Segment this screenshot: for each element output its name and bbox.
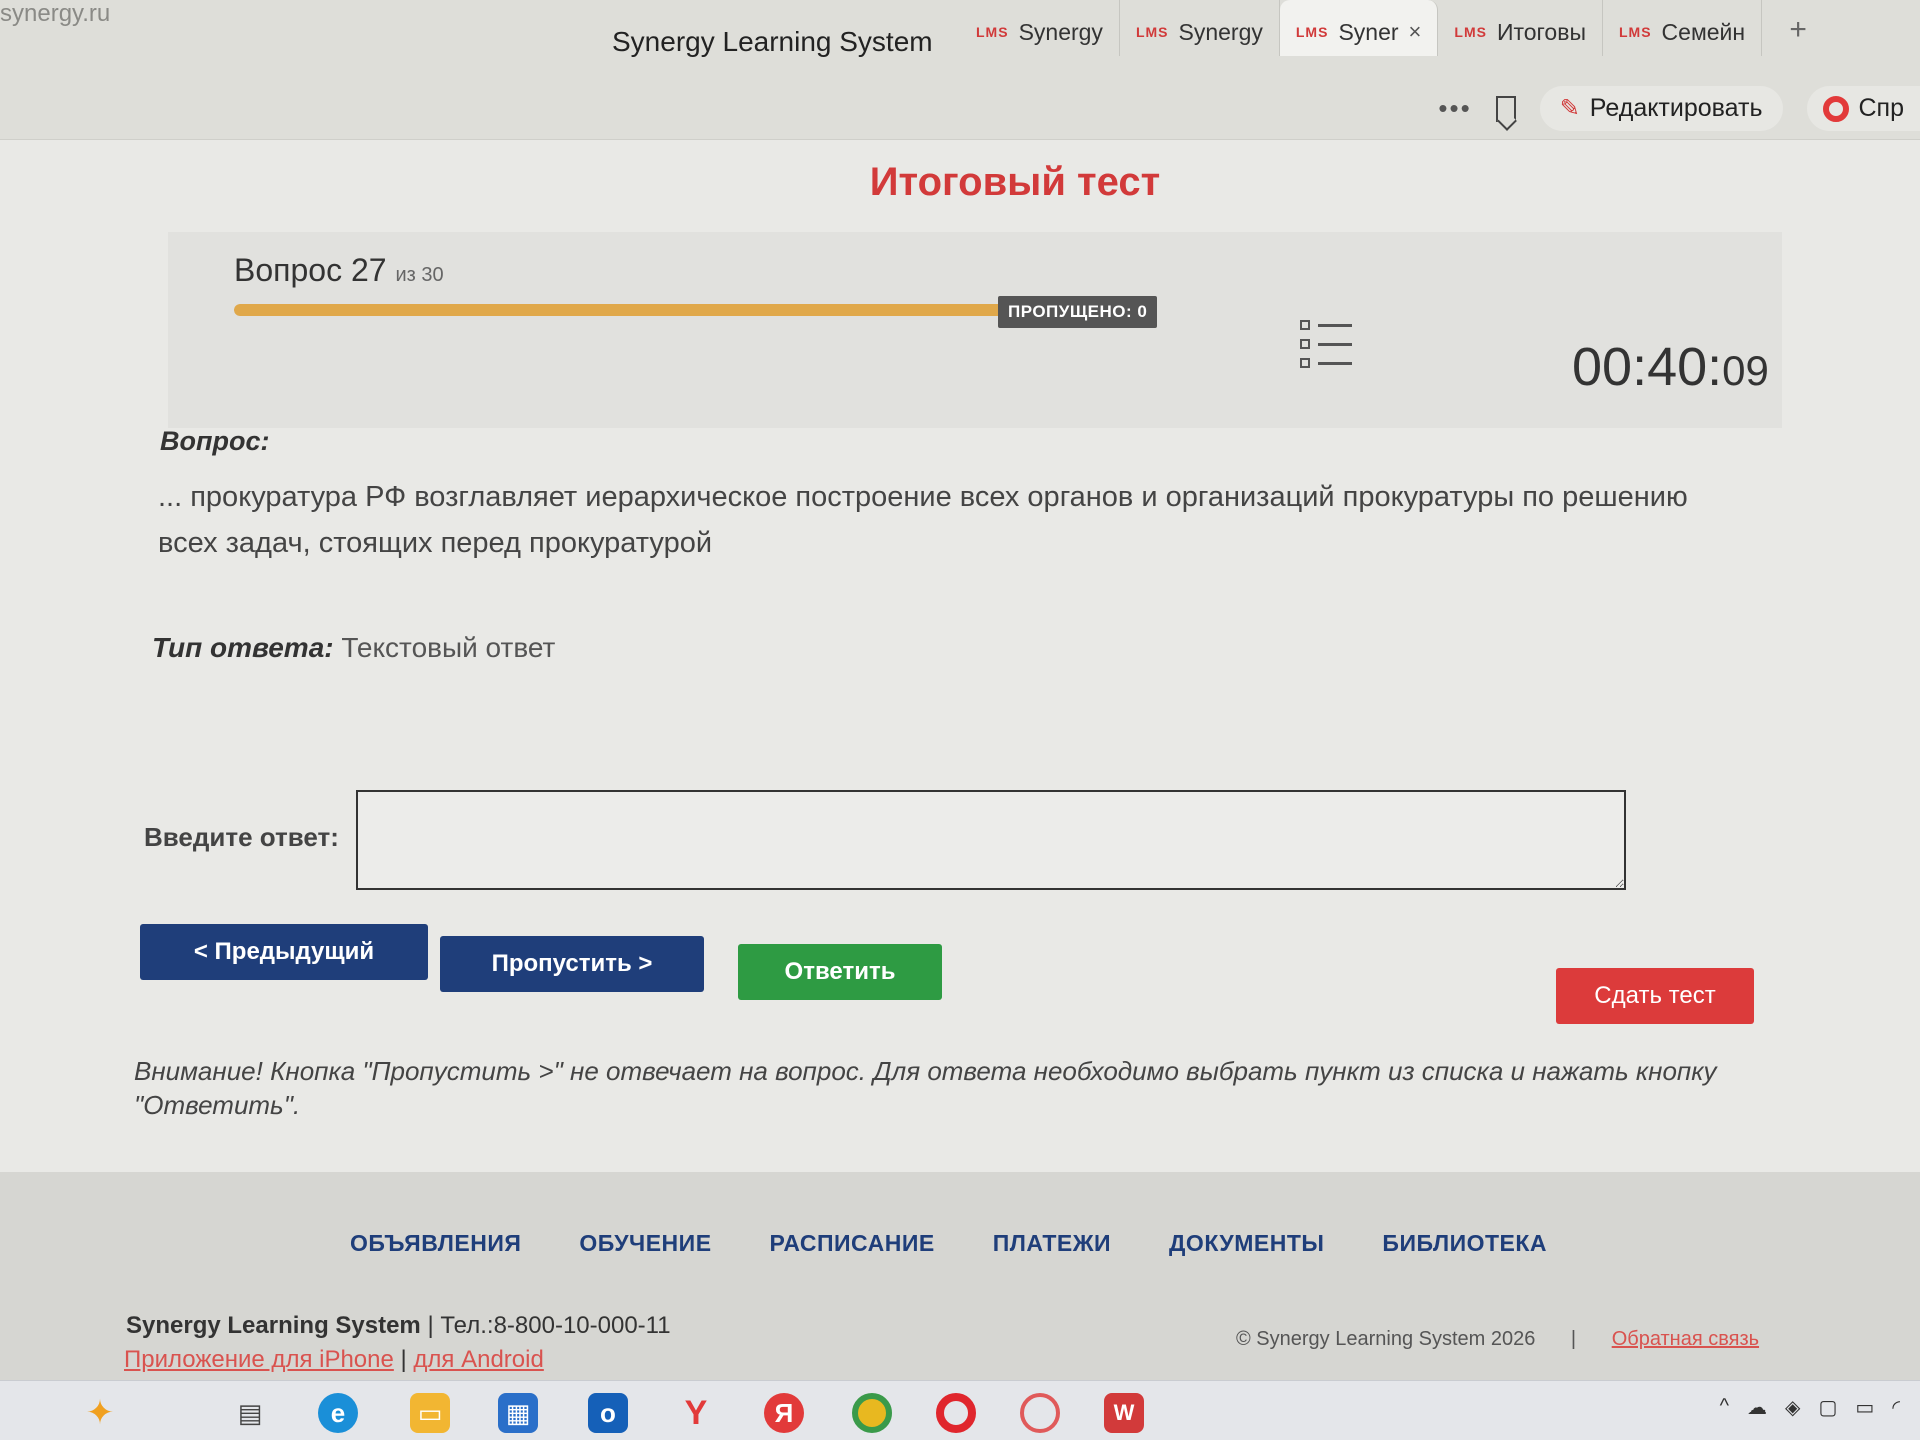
page-title: Итоговый тест [869, 160, 1161, 204]
footer: ОБЪЯВЛЕНИЯ ОБУЧЕНИЕ РАСПИСАНИЕ ПЛАТЕЖИ Д… [0, 1172, 1920, 1380]
battery-icon[interactable]: ▭ [1855, 1395, 1874, 1420]
tab-synergy-active[interactable]: LMS Syner × [1279, 0, 1439, 56]
edit-button[interactable]: ✎ Редактировать [1539, 86, 1783, 131]
answer-type: Тип ответа: Текстовый ответ [152, 632, 555, 664]
monitor-icon[interactable]: ▢ [1818, 1395, 1837, 1420]
question-text: ... прокуратура РФ возглавляет иерархиче… [158, 481, 1688, 559]
lms-icon: LMS [1135, 24, 1169, 40]
timer-main: 00:40: [1572, 337, 1723, 397]
edit-label: Редактировать [1589, 94, 1763, 122]
tab-label: Итоговы [1496, 18, 1586, 45]
chevron-up-icon[interactable]: ^ [1720, 1395, 1729, 1420]
tab-label: Synergy [1018, 18, 1103, 45]
footer-copyright: © Synergy Learning System 2026 | Обратна… [1236, 1328, 1759, 1351]
lms-icon: LMS [976, 24, 1009, 40]
previous-button[interactable]: < Предыдущий [140, 924, 428, 980]
footer-nav: ОБЪЯВЛЕНИЯ ОБУЧЕНИЕ РАСПИСАНИЕ ПЛАТЕЖИ Д… [350, 1230, 1547, 1257]
tab-label: Synergy [1178, 18, 1263, 45]
answer-button[interactable]: Ответить [738, 944, 942, 1000]
nav-documents[interactable]: ДОКУМЕНТЫ [1169, 1230, 1324, 1257]
outlook-icon[interactable]: o [588, 1393, 628, 1433]
question-label: Вопрос: [160, 426, 270, 456]
question-list-icon[interactable] [1300, 320, 1352, 370]
lms-icon: LMS [1295, 24, 1329, 40]
store-icon[interactable]: ▦ [498, 1393, 538, 1433]
nav-schedule[interactable]: РАСПИСАНИЕ [770, 1230, 935, 1257]
footer-separator: | [427, 1312, 434, 1339]
skip-button[interactable]: Пропустить > [440, 936, 704, 992]
nav-learning[interactable]: ОБУЧЕНИЕ [579, 1230, 711, 1257]
system-tray: ^ ☁ ◈ ▢ ▭ ◜ [1720, 1395, 1900, 1420]
timer: 00:40:09 [1572, 336, 1769, 398]
skipped-badge: ПРОПУЩЕНО: 0 [998, 296, 1158, 328]
timer-seconds: 09 [1722, 347, 1769, 394]
tab-final-test[interactable]: LMS Итоговы [1438, 0, 1603, 56]
nav-library[interactable]: БИБЛИОТЕКА [1382, 1230, 1547, 1257]
explorer-icon[interactable]: ▭ [410, 1393, 450, 1433]
ask-label: Спр [1858, 94, 1905, 122]
window-title: Synergy Learning System [612, 26, 933, 57]
question-number: Вопрос 27 [234, 252, 387, 288]
opera-gx-icon[interactable] [1020, 1393, 1060, 1433]
footer-separator-copy: | [1570, 1328, 1577, 1350]
submit-test-button[interactable]: Сдать тест [1556, 968, 1754, 1024]
network-icon[interactable]: ◈ [1785, 1395, 1800, 1420]
more-icon[interactable]: ••• [1438, 93, 1471, 124]
answer-input[interactable] [356, 790, 1626, 890]
answer-type-value: Текстовый ответ [341, 632, 556, 663]
footer-apps: Приложение для iPhone | для Android [124, 1346, 544, 1374]
new-tab-button[interactable]: + [1776, 8, 1820, 52]
lms-icon: LMS [1618, 24, 1652, 40]
feedback-link[interactable]: Обратная связь [1612, 1328, 1759, 1350]
opera-icon[interactable] [936, 1393, 976, 1433]
android-app-link[interactable]: для Android [413, 1346, 543, 1373]
tab-strip: LMS Synergy LMS Synergy LMS Syner × LMS … [960, 0, 1820, 70]
chrome-icon[interactable] [852, 1393, 892, 1433]
widgets-icon[interactable]: ▤ [230, 1393, 270, 1433]
tab-synergy-2[interactable]: LMS Synergy [1120, 0, 1280, 56]
wps-icon[interactable]: W [1104, 1393, 1144, 1433]
footer-separator-apps: | [400, 1346, 407, 1373]
lms-icon: LMS [1454, 24, 1487, 40]
footer-brand: Synergy Learning System | Тел.:8-800-10-… [126, 1312, 671, 1340]
toolbar-right: ••• ✎ Редактировать Спр [1438, 86, 1920, 131]
footer-brand-name: Synergy Learning System [126, 1312, 421, 1339]
edge-icon[interactable]: e [318, 1393, 358, 1433]
browser-chrome: synergy.ru Synergy Learning System LMS S… [0, 0, 1920, 140]
yandex-icon[interactable]: Я [764, 1393, 804, 1433]
taskbar: ✦ ▤ e ▭ ▦ o Y Я W ^ ☁ ◈ ▢ ▭ ◜ [0, 1380, 1920, 1440]
footer-phone: Тел.:8-800-10-000-11 [440, 1312, 671, 1339]
tab-family[interactable]: LMS Семейн [1603, 0, 1763, 56]
warning-text: Внимание! Кнопка "Пропустить >" не отвеч… [134, 1056, 1717, 1120]
tab-label: Семейн [1661, 18, 1746, 45]
answer-label: Введите ответ: [144, 822, 339, 852]
copilot-icon[interactable]: ✦ [80, 1393, 120, 1433]
bookmark-icon[interactable] [1495, 95, 1516, 122]
tab-label: Syner [1338, 18, 1399, 45]
close-icon[interactable]: × [1409, 19, 1422, 45]
alice-icon [1822, 95, 1849, 122]
tab-synergy-1[interactable]: LMS Synergy [960, 0, 1120, 56]
question-counter: Вопрос 27 из 30 [234, 252, 444, 289]
yandex-browser-icon[interactable]: Y [676, 1393, 716, 1433]
ask-button[interactable]: Спр [1806, 86, 1920, 131]
pencil-icon: ✎ [1559, 95, 1580, 122]
cloud-icon[interactable]: ☁ [1747, 1395, 1767, 1420]
iphone-app-link[interactable]: Приложение для iPhone [124, 1346, 394, 1373]
test-status-panel: Вопрос 27 из 30 ПРОПУЩЕНО: 0 00:40:09 [168, 232, 1782, 428]
copyright-text: © Synergy Learning System 2026 [1236, 1328, 1536, 1350]
progress-fill [234, 304, 1062, 316]
nav-announcements[interactable]: ОБЪЯВЛЕНИЯ [350, 1230, 521, 1257]
answer-type-label: Тип ответа: [152, 632, 334, 663]
nav-payments[interactable]: ПЛАТЕЖИ [993, 1230, 1111, 1257]
question-total: из 30 [395, 264, 444, 286]
wifi-icon[interactable]: ◜ [1892, 1395, 1900, 1420]
address-fragment[interactable]: synergy.ru [0, 0, 110, 28]
